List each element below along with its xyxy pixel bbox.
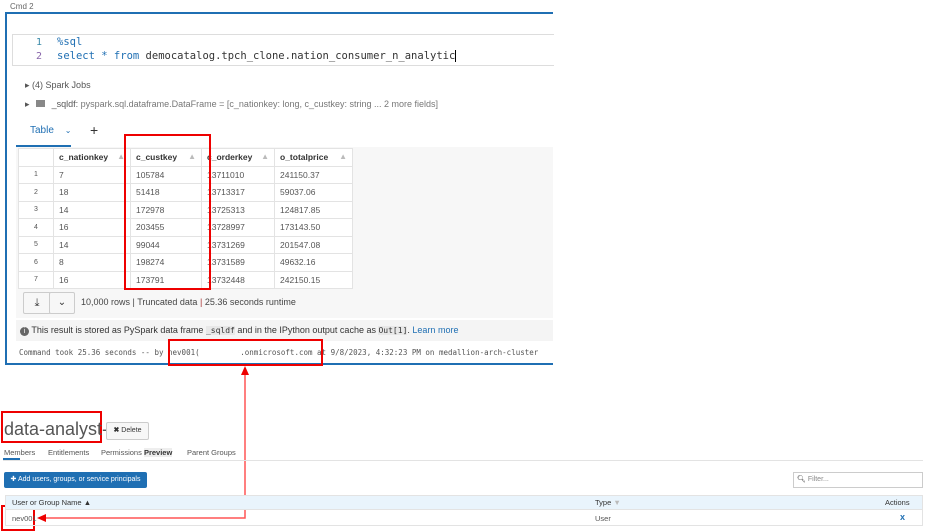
filter-placeholder: Filter...	[807, 476, 829, 483]
tab-label: Permissions	[101, 448, 142, 457]
add-members-button[interactable]: ✚ Add users, groups, or service principa…	[4, 472, 147, 488]
column-label: Type	[595, 498, 612, 507]
search-icon: 🔍︎	[797, 476, 806, 483]
divider	[3, 460, 923, 461]
members-table-header	[5, 495, 923, 510]
column-header: Actions	[885, 498, 910, 507]
plus-icon: ✚	[10, 476, 17, 483]
filter-input[interactable]: 🔍︎ Filter...	[793, 472, 923, 488]
column-label: User or Group Name	[12, 498, 82, 507]
tab-members[interactable]: Members	[4, 448, 35, 457]
tab-entitlements[interactable]: Entitlements	[48, 448, 89, 457]
close-icon: ✖	[113, 427, 120, 434]
member-type: User	[595, 514, 611, 523]
sort-icon: ▼	[613, 498, 621, 507]
sort-asc-icon: ▲	[83, 498, 92, 507]
table-row	[5, 510, 923, 526]
delete-label: Delete	[121, 427, 142, 434]
tab-permissions[interactable]: Permissions Preview	[101, 448, 173, 457]
remove-member-icon[interactable]: x	[900, 512, 905, 522]
delete-button[interactable]: ✖ Delete	[106, 422, 149, 440]
add-members-label: Add users, groups, or service principals	[17, 476, 141, 483]
member-name[interactable]: nev001	[12, 514, 37, 523]
preview-badge: Preview	[143, 448, 173, 457]
column-header[interactable]: User or Group Name ▲	[12, 498, 91, 507]
column-header[interactable]: Type ▼	[595, 498, 621, 507]
tab-parent-groups[interactable]: Parent Groups	[187, 448, 236, 457]
